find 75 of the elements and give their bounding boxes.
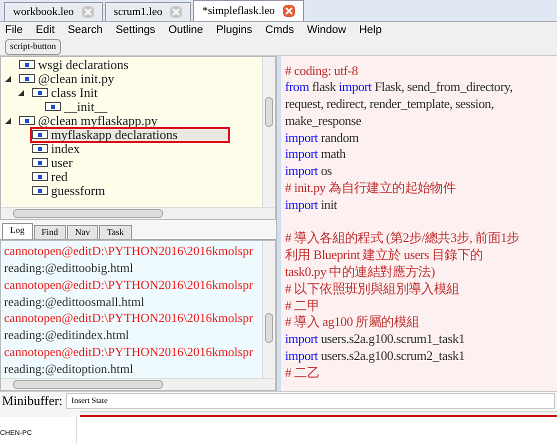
node-icon (19, 60, 35, 69)
outline-node[interactable]: class Init (30, 84, 108, 100)
code-line: import init (285, 196, 337, 214)
menu-item[interactable]: Cmds (265, 22, 294, 38)
log-tab[interactable]: Task (99, 225, 132, 240)
node-icon (32, 158, 48, 167)
outline-node[interactable]: guessform (30, 182, 116, 198)
code-line: import math (285, 146, 346, 164)
outline-node[interactable]: red (30, 168, 78, 184)
outline-node[interactable]: wsgi declarations (17, 56, 139, 72)
minibuffer-label: Minibuffer: (2, 392, 62, 410)
horizontal-scrollbar[interactable] (1, 378, 275, 390)
node-icon (32, 144, 48, 153)
node-icon (45, 102, 61, 111)
code-line: import users.s2a.g100.scrum2_task1 (285, 348, 465, 365)
code-line: # 導入各組的程式 (第2步/總共3步, 前面1步 (285, 230, 520, 248)
log-line: reading:@editoption.html (4, 360, 134, 378)
code-line: 利用 Blueprint 建立於 users 目錄下的 (285, 247, 483, 264)
log-line: cannotopen@editD:\PYTHON2016\2016kmolspr (4, 276, 253, 294)
menu-item[interactable]: Plugins (216, 22, 252, 38)
code-line: # 導入 ag100 所屬的模組 (285, 314, 420, 332)
code-line: # 二甲 (285, 298, 320, 314)
menu-item[interactable]: File (5, 22, 23, 38)
outline-node[interactable]: user (30, 154, 83, 170)
menu-item[interactable]: Window (306, 22, 346, 38)
log-line: reading:@edittoobig.html (4, 260, 134, 277)
log-line: reading:@editindex.html (4, 327, 130, 344)
outline-node[interactable]: __init__ (43, 98, 118, 114)
code-line: make_response (285, 112, 362, 130)
outline-node[interactable]: @clean init.py (17, 70, 124, 86)
menu-item[interactable]: Settings (116, 22, 156, 38)
menu-item[interactable]: Edit (36, 22, 55, 38)
code-line: import os (285, 163, 332, 180)
outline-node[interactable]: index (30, 140, 90, 156)
outline-node[interactable]: myflaskapp declarations (30, 126, 230, 142)
vertical-scrollbar[interactable] (262, 241, 275, 378)
code-line: # 以下依照班別與組別導入模組 (285, 280, 460, 298)
vertical-scrollbar[interactable] (262, 56, 275, 208)
node-icon (32, 172, 48, 181)
log-line: cannotopen@editD:\PYTHON2016\2016kmolspr (4, 310, 253, 328)
log-line: cannotopen@editD:\PYTHON2016\2016kmolspr (4, 344, 253, 361)
close-icon[interactable] (282, 5, 295, 17)
log-tab[interactable]: Nav (67, 225, 98, 240)
menu-item[interactable]: Search (68, 22, 103, 38)
log-tab[interactable]: Log (2, 223, 32, 240)
node-icon (19, 74, 35, 83)
log-line: cannotopen@editD:\PYTHON2016\2016kmolspr (4, 243, 253, 260)
node-icon (32, 130, 48, 139)
menu-item[interactable]: Outline (168, 22, 204, 38)
close-icon[interactable] (82, 6, 94, 18)
expand-toggle-icon[interactable] (18, 90, 24, 96)
node-icon (32, 186, 48, 195)
file-tab[interactable]: workbook.leo (4, 2, 103, 21)
code-line: # 二乙 (285, 364, 320, 382)
node-icon (32, 88, 48, 97)
code-line: request, redirect, render_template, session, (285, 96, 494, 113)
code-line: # init.py 為自行建立的起始物件 (285, 180, 456, 197)
outline-node[interactable]: @clean myflaskapp.py (17, 112, 168, 128)
log-tab[interactable]: Find (34, 225, 66, 240)
code-line: from flask import Flask, send_from_directory, (285, 79, 513, 96)
code-line: import random (285, 130, 359, 146)
code-line: # coding: utf-8 (285, 62, 358, 80)
expand-toggle-icon[interactable] (5, 76, 11, 82)
script-button[interactable]: script-button (5, 38, 61, 54)
code-line: task0.py 中的連結對應方法) (285, 264, 435, 281)
log-line: reading:@edittoosmall.html (4, 294, 144, 310)
close-icon[interactable] (170, 6, 182, 18)
expand-toggle-icon[interactable] (5, 118, 11, 124)
file-tab[interactable]: scrum1.leo (104, 2, 192, 21)
horizontal-scrollbar[interactable] (1, 207, 275, 220)
node-icon (19, 116, 35, 125)
file-tab[interactable]: *simpleflask.leo (193, 0, 304, 21)
minibuffer-field[interactable]: Insert State (66, 393, 555, 409)
menu-item[interactable]: Help (359, 22, 382, 38)
code-line: import users.s2a.g100.scrum1_task1 (285, 331, 465, 348)
